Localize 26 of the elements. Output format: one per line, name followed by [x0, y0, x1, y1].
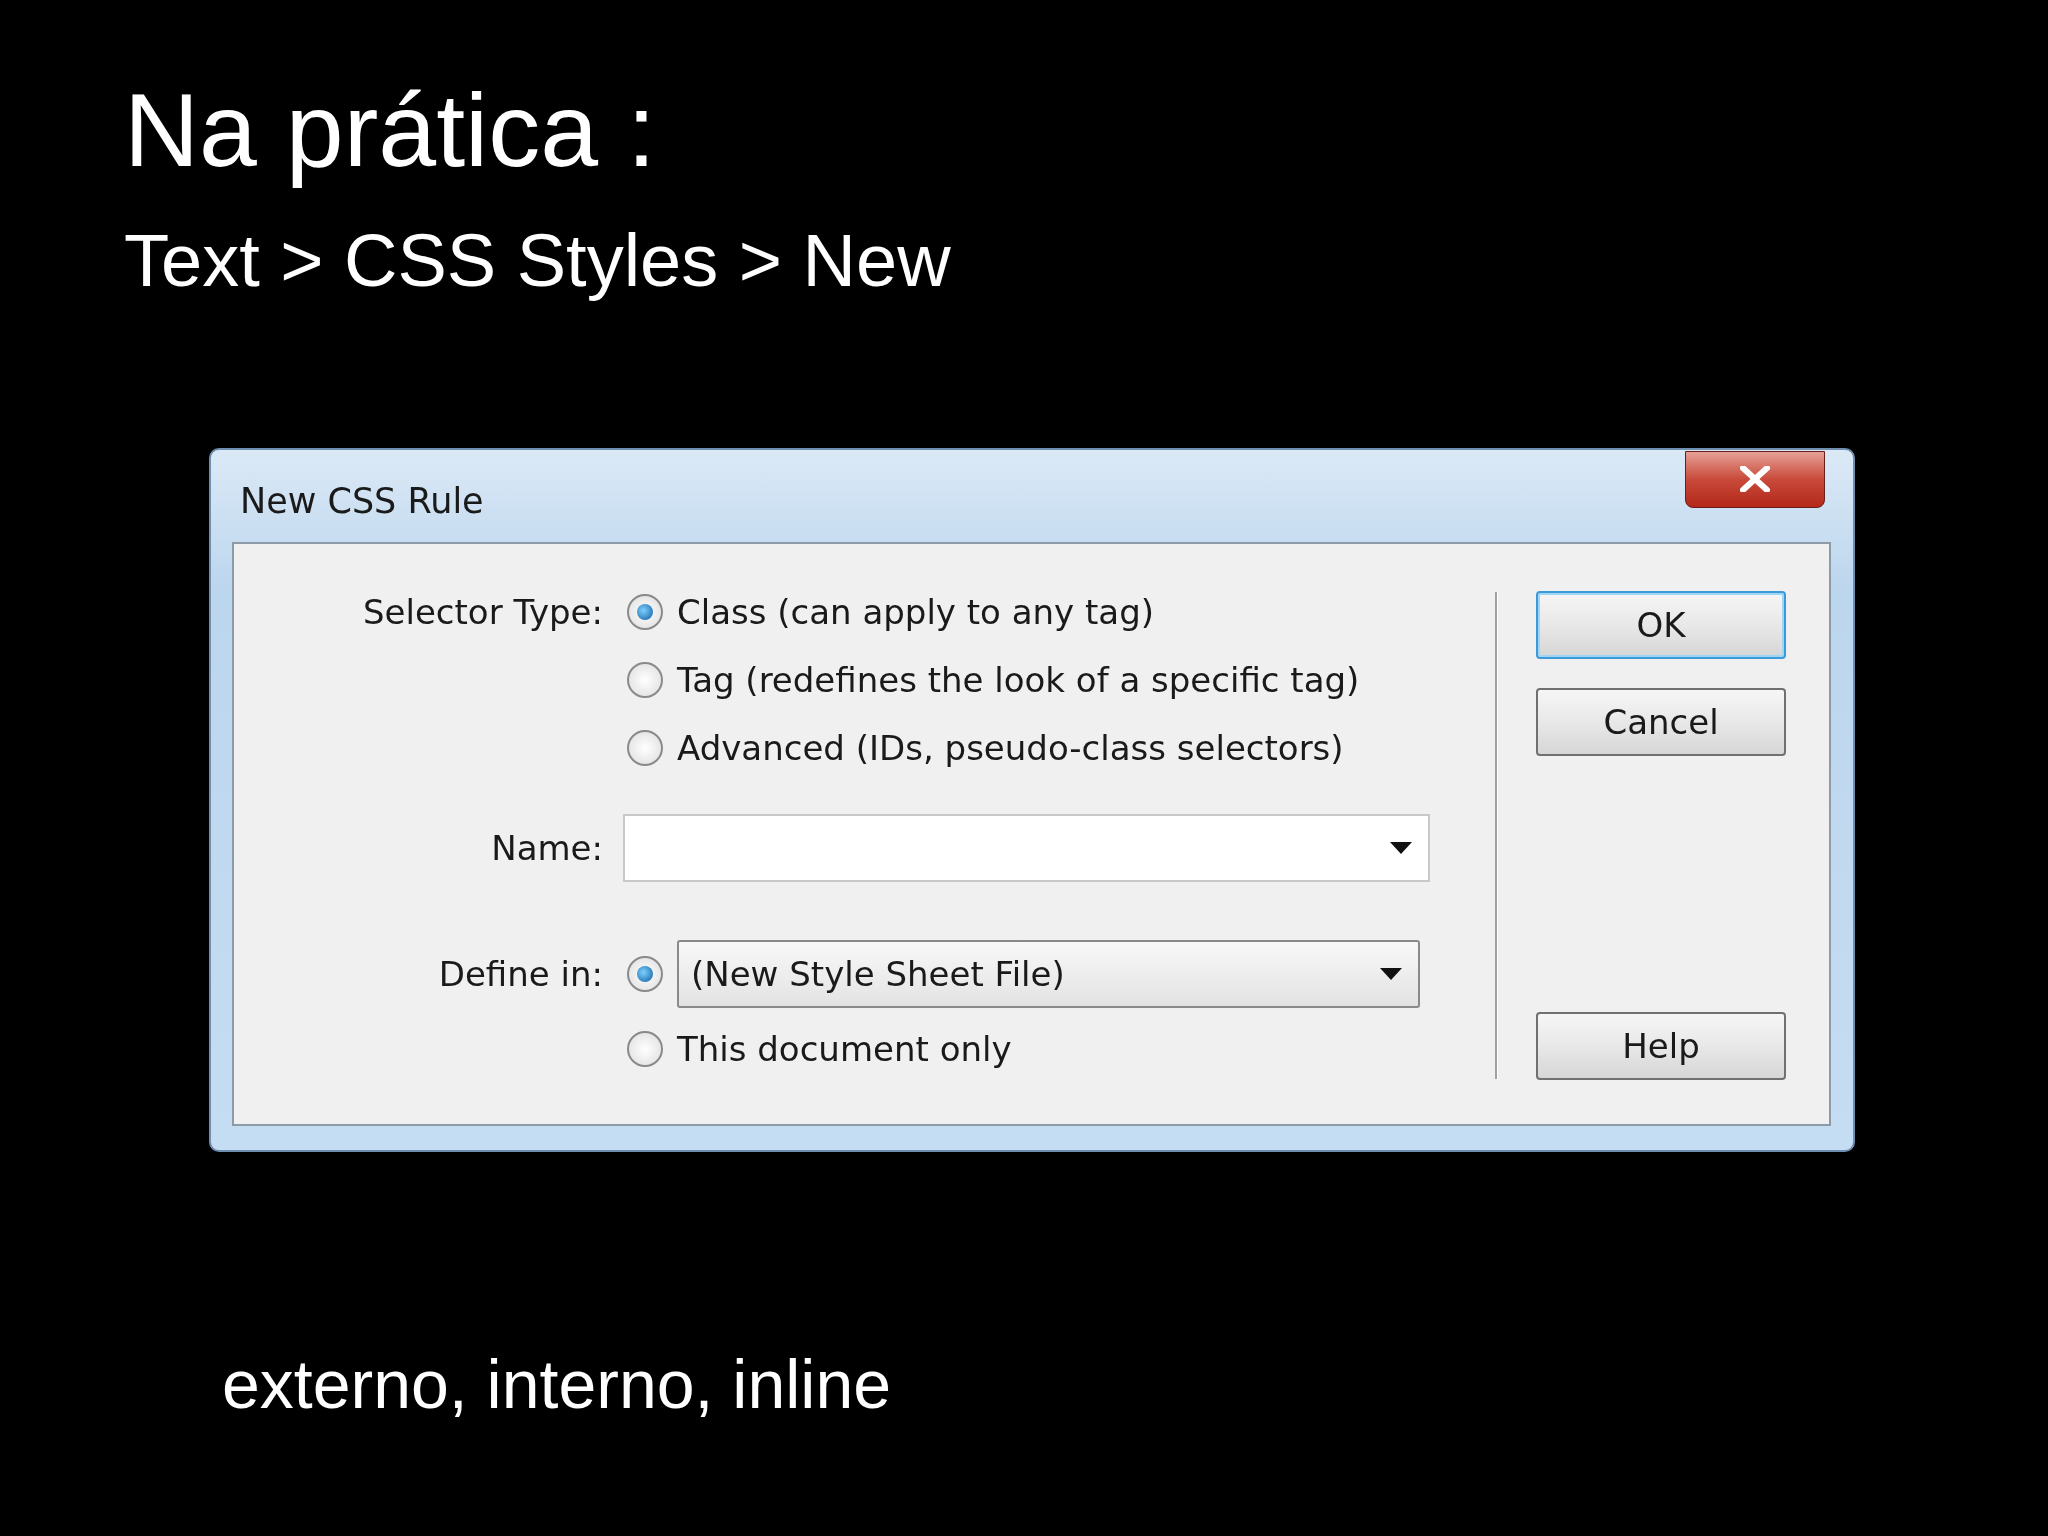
style-sheet-dropdown[interactable]: (New Style Sheet File) — [677, 940, 1420, 1008]
option-label: Tag (redefines the look of a specific tag) — [677, 660, 1360, 700]
radio-button[interactable] — [627, 730, 663, 766]
field-label: Define in: — [438, 954, 603, 994]
window-title: New CSS Rule — [240, 481, 484, 521]
close-button[interactable] — [1685, 450, 1825, 508]
radio-button[interactable] — [627, 594, 663, 630]
name-combo-field[interactable] — [623, 814, 1430, 882]
dialog-button[interactable]: Cancel — [1536, 688, 1786, 756]
radio-button[interactable] — [627, 662, 663, 698]
dialog-button[interactable]: OK — [1536, 591, 1786, 659]
option-label: Advanced (IDs, pseudo-class selectors) — [677, 728, 1344, 768]
field-label: Selector Type: — [362, 592, 603, 632]
slide-title: Na prática : — [124, 71, 656, 190]
dialog-button[interactable]: Help — [1536, 1012, 1786, 1080]
close-icon — [1740, 466, 1770, 492]
slide-subtitle: Text > CSS Styles > New — [124, 218, 951, 304]
field-label: Name: — [491, 828, 603, 868]
radio-button[interactable] — [627, 1031, 663, 1067]
radio-button[interactable] — [627, 956, 663, 992]
option-label: This document only — [677, 1029, 1012, 1069]
dropdown-caret-icon — [1380, 968, 1402, 980]
option-label: Class (can apply to any tag) — [677, 592, 1155, 632]
dropdown-caret-icon — [1390, 842, 1412, 854]
dropdown-value: (New Style Sheet File) — [691, 954, 1065, 994]
slide-footer-text: externo, interno, inline — [222, 1345, 892, 1424]
